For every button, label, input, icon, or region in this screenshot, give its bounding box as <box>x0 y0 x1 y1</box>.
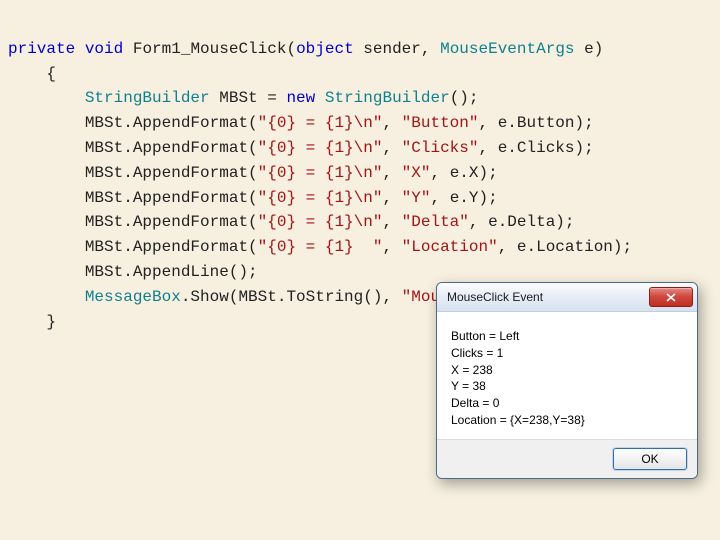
code-line: MBSt.AppendFormat("{0} = {1}\n", "Y", e.… <box>8 189 498 207</box>
code-line: MBSt.AppendFormat("{0} = {1}\n", "Delta"… <box>8 213 575 231</box>
code-line: private void Form1_MouseClick(object sen… <box>8 40 603 58</box>
code-line: { <box>8 65 56 83</box>
code-line: StringBuilder MBSt = new StringBuilder()… <box>8 89 479 107</box>
close-button[interactable] <box>649 287 693 307</box>
ok-button[interactable]: OK <box>613 448 687 470</box>
code-line: } <box>8 313 56 331</box>
code-line: MBSt.AppendFormat("{0} = {1}\n", "X", e.… <box>8 164 498 182</box>
code-line: MBSt.AppendFormat("{0} = {1}\n", "Button… <box>8 114 594 132</box>
close-icon <box>666 293 676 302</box>
dialog-title: MouseClick Event <box>447 290 649 304</box>
code-line: MBSt.AppendLine(); <box>8 263 258 281</box>
dialog-footer: OK <box>437 439 697 478</box>
dialog-titlebar[interactable]: MouseClick Event <box>437 283 697 312</box>
dialog-body-text: Button = Left Clicks = 1 X = 238 Y = 38 … <box>437 312 697 439</box>
messagebox-dialog: MouseClick Event Button = Left Clicks = … <box>436 282 698 479</box>
code-line: MBSt.AppendFormat("{0} = {1} ", "Locatio… <box>8 238 632 256</box>
code-line: MBSt.AppendFormat("{0} = {1}\n", "Clicks… <box>8 139 594 157</box>
